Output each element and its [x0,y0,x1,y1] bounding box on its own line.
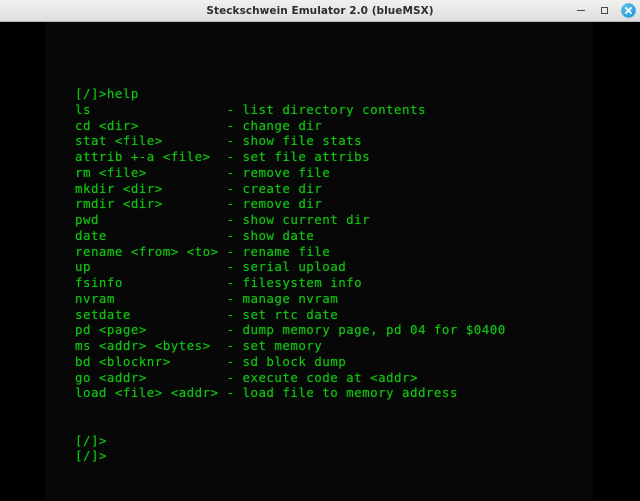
terminal-line-help-4: rm <file> - remove file [75,164,331,180]
terminal-line-help-15: ms <addr> <bytes> - set memory [75,338,323,353]
terminal-line-help-6: rmdir <dir> - remove dir [75,196,323,212]
maximize-button[interactable] [597,3,612,18]
terminal-line-help-9: rename <from> <to> - rename file [75,243,331,259]
terminal-line-prompt-command: [/]>help [75,86,139,101]
terminal-line-blank-0 [75,401,506,417]
terminal-line-prompt-1: [/]> [75,448,107,464]
right-pillarbox [593,22,640,501]
terminal-line-help-12: nvram - manage nvram [75,290,339,306]
maximize-icon [601,7,608,14]
minimize-button[interactable] [573,3,588,18]
terminal-line-help-3: attrib +-a <file> - set file attribs [75,149,371,164]
terminal-line-help-0: ls - list directory contents [75,101,426,117]
window-title: Steckschwein Emulator 2.0 (blueMSX) [206,4,434,17]
emulator-window: Steckschwein Emulator 2.0 (blueMSX) [/]>… [0,0,640,501]
terminal-line-help-5: mkdir <dir> - create dir [75,180,323,196]
terminal-line-help-7: pwd - show current dir [75,212,371,227]
terminal-line-help-13: setdate - set rtc date [75,306,339,322]
terminal-line-help-14: pd <page> - dump memory page, pd 04 for … [75,322,506,338]
close-button[interactable] [621,3,636,18]
terminal-line-help-11: fsinfo - filesystem info [75,275,363,290]
terminal-line-prompt-0: [/]> [75,432,107,448]
left-pillarbox [0,22,45,501]
titlebar[interactable]: Steckschwein Emulator 2.0 (blueMSX) [0,0,640,22]
emulator-client-area[interactable]: [/]>help ls - list directory contents cd <… [0,22,640,501]
terminal-line-help-8: date - show date [75,227,315,243]
emulator-screen[interactable]: [/]>help ls - list directory contents cd <… [45,22,593,501]
minimize-icon [576,10,585,11]
terminal-output: [/]>help ls - list directory contents cd <… [75,86,506,464]
close-icon [625,7,632,14]
terminal-line-help-1: cd <dir> - change dir [75,117,323,133]
terminal-line-blank-1 [75,417,506,433]
terminal-line-help-18: load <file> <addr> - load file to memory… [75,385,458,401]
terminal-line-help-2: stat <file> - show file stats [75,133,363,149]
terminal-line-help-10: up - serial upload [75,259,347,275]
terminal-line-help-16: bd <blocknr> - sd block dump [75,353,347,369]
window-controls [573,0,636,21]
terminal-line-help-17: go <addr> - execute code at <addr> [75,369,418,385]
